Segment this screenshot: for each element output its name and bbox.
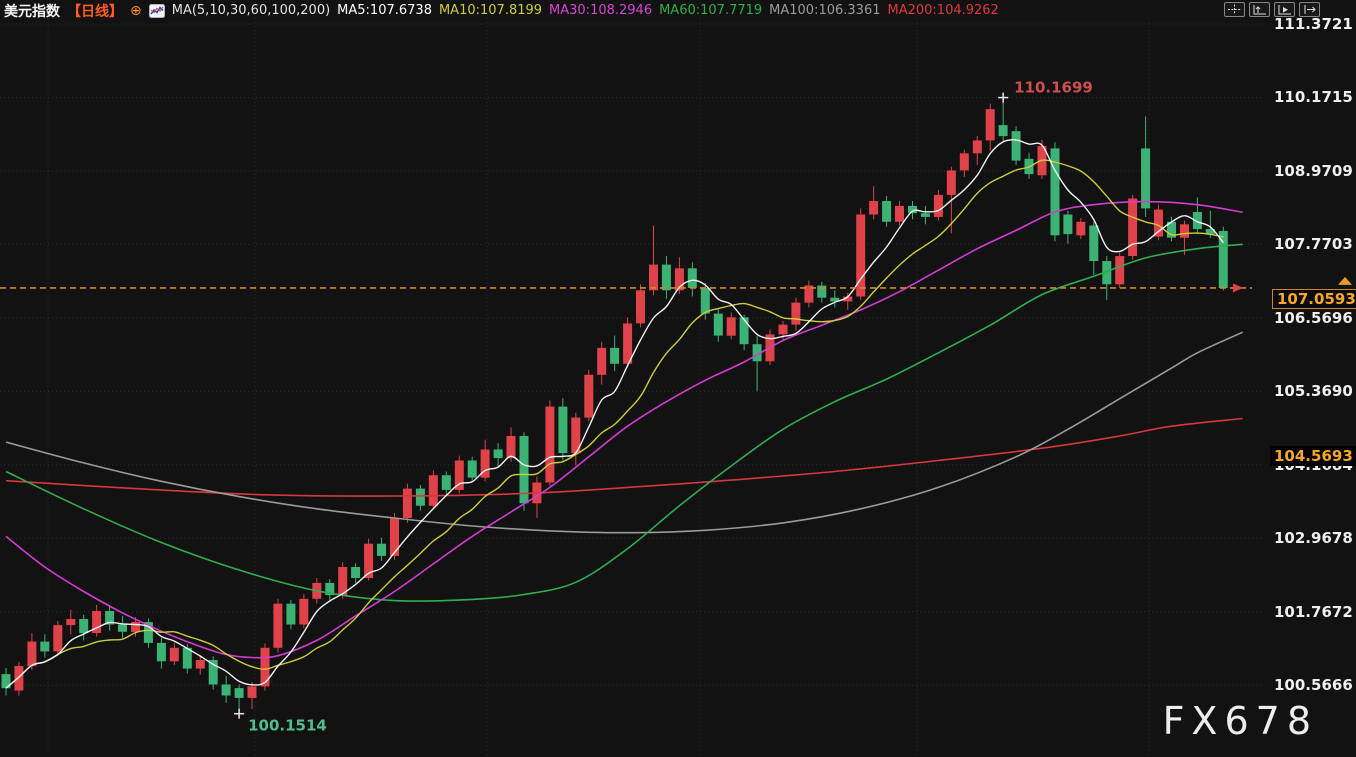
axis-scale-icon: [1252, 4, 1267, 15]
y-axis-tick-label: 111.3721: [1274, 15, 1353, 33]
chart-app: 110.1699 100.1514 美元指数 【日线】 ⊕ MA(5,10,30,…: [0, 0, 1356, 757]
symbol-name: 美元指数: [4, 1, 60, 21]
mini-chart-icon: [149, 4, 165, 18]
marked-price-label: 104.5693: [1270, 446, 1356, 466]
playback-icon: [1277, 4, 1292, 15]
chart-toolbar: [1224, 2, 1320, 17]
playback-button[interactable]: [1274, 2, 1295, 17]
y-axis-tick-label: 108.9709: [1274, 162, 1353, 180]
period-label[interactable]: 【日线】: [67, 1, 123, 21]
y-axis-tick-label: 107.7703: [1274, 235, 1353, 253]
ma60-legend: MA60:107.7719: [659, 3, 762, 18]
y-axis-tick-label: 100.5666: [1274, 676, 1353, 694]
chart-header: 美元指数 【日线】 ⊕ MA(5,10,30,60,100,200) MA5:1…: [4, 0, 999, 21]
ma-params-label: MA(5,10,30,60,100,200): [172, 3, 330, 18]
y-axis-tick-label: 101.7672: [1274, 603, 1353, 621]
y-axis-tick-label: 110.1715: [1274, 88, 1353, 106]
y-axis-tick-label: 102.9678: [1274, 529, 1353, 547]
jump-to-latest-icon: [1302, 4, 1317, 15]
axis-scale-button[interactable]: [1249, 2, 1270, 17]
crosshair-icon: [1227, 4, 1242, 15]
svg-text:110.1699: 110.1699: [1014, 79, 1093, 97]
ma200-legend: MA200:104.9262: [888, 3, 999, 18]
ma5-legend: MA5:107.6738: [337, 3, 432, 18]
ma100-legend: MA100:106.3361: [769, 3, 880, 18]
ma30-legend: MA30:108.2946: [549, 3, 652, 18]
ma10-legend: MA10:107.8199: [439, 3, 542, 18]
candlestick-chart[interactable]: 110.1699 100.1514: [0, 0, 1356, 757]
y-axis-tick-label: 106.5696: [1274, 309, 1353, 327]
jump-to-latest-button[interactable]: [1299, 2, 1320, 17]
watermark: FX678: [1163, 699, 1318, 743]
add-indicator-icon[interactable]: ⊕: [130, 4, 142, 18]
svg-text:100.1514: 100.1514: [248, 717, 327, 735]
crosshair-button[interactable]: [1224, 2, 1245, 17]
current-price-label: 107.0593: [1272, 289, 1356, 309]
y-axis-tick-label: 105.3690: [1274, 382, 1353, 400]
